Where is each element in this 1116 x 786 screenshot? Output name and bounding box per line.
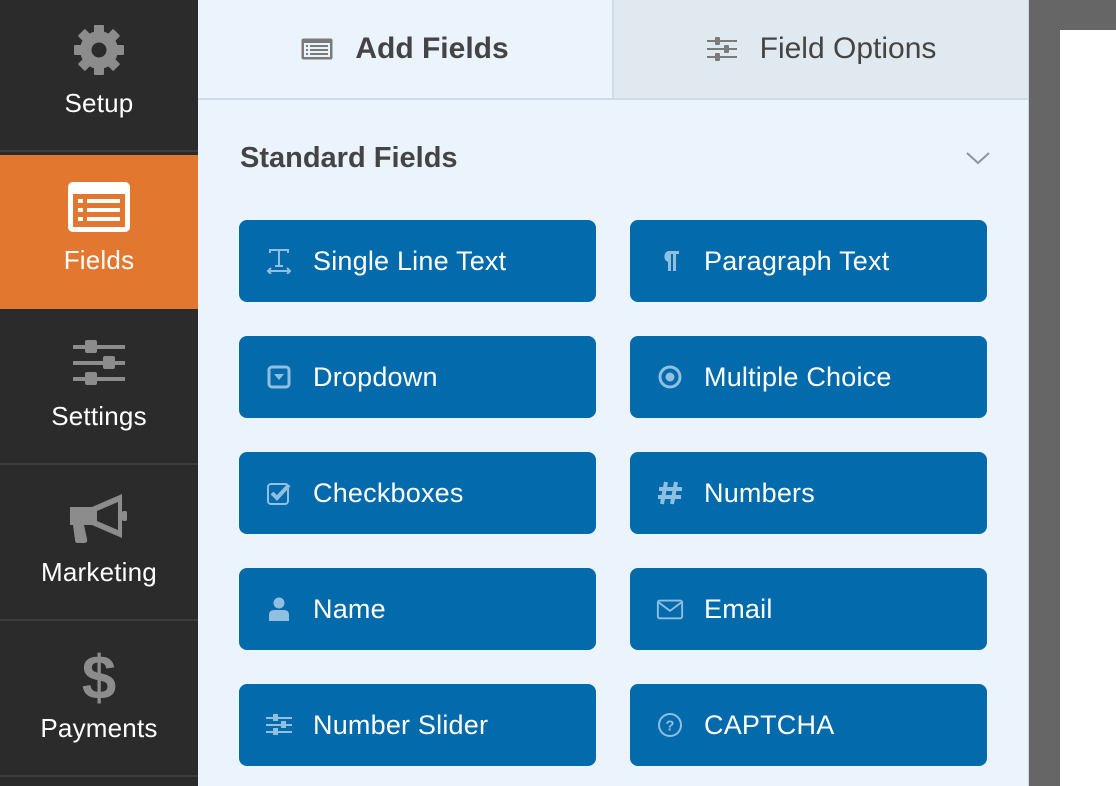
user-icon [265,595,293,623]
field-label: Checkboxes [313,477,464,508]
gear-icon [67,18,131,82]
sliders-icon [706,37,738,61]
sidebar-item-settings[interactable]: Settings [0,311,198,465]
envelope-icon [656,595,684,623]
standard-fields-header[interactable]: Standard Fields [240,128,992,188]
sidebar-item-fields[interactable]: Fields [0,155,198,309]
field-label: Email [704,593,773,624]
sidebar: Setup Fields Settings Marketing $ Paymen… [0,0,198,786]
svg-text:?: ? [665,718,674,735]
add-checkboxes-button[interactable]: Checkboxes [239,452,596,534]
hash-icon [656,479,684,507]
sidebar-item-label: Fields [63,245,135,275]
tab-label: Field Options [759,32,937,65]
tab-field-options[interactable]: Field Options [614,0,1028,98]
field-label: CAPTCHA [704,709,835,740]
dollar-icon: $ [67,643,131,707]
field-label: Numbers [704,477,815,508]
field-label: Dropdown [313,361,438,392]
add-name-button[interactable]: Name [239,568,596,650]
sidebar-item-label: Payments [40,713,158,743]
add-numbers-button[interactable]: Numbers [630,452,987,534]
field-label: Name [313,593,386,624]
add-paragraph-text-button[interactable]: Paragraph Text [630,220,987,302]
field-button-grid: Single Line Text Paragraph Text Dropdown… [239,220,987,766]
fields-list-icon [67,175,131,239]
sliders-icon [67,331,131,395]
field-label: Paragraph Text [704,245,890,276]
add-number-slider-button[interactable]: Number Slider [239,684,596,766]
sidebar-item-payments[interactable]: $ Payments [0,623,198,777]
text-icon [265,247,293,275]
paragraph-icon [656,247,684,275]
add-email-button[interactable]: Email [630,568,987,650]
megaphone-icon [67,487,131,551]
section-title: Standard Fields [240,141,458,174]
sidebar-item-label: Settings [51,401,147,431]
field-label: Multiple Choice [704,361,892,392]
tab-label: Add Fields [355,32,509,65]
sidebar-item-setup[interactable]: Setup [0,0,198,152]
add-single-line-text-button[interactable]: Single Line Text [239,220,596,302]
sidebar-item-label: Setup [64,88,134,118]
question-circle-icon: ? [656,711,684,739]
form-preview-canvas [1060,30,1116,786]
add-captcha-button[interactable]: ? CAPTCHA [630,684,987,766]
panel-tabs: Add Fields Field Options [198,0,1028,100]
radio-icon [656,363,684,391]
slider-icon [265,711,293,739]
tab-add-fields[interactable]: Add Fields [198,0,614,98]
chevron-down-icon[interactable] [964,144,992,172]
add-multiple-choice-button[interactable]: Multiple Choice [630,336,987,418]
add-dropdown-button[interactable]: Dropdown [239,336,596,418]
sidebar-item-label: Marketing [41,557,157,587]
dropdown-icon [265,363,293,391]
list-icon [301,38,333,60]
checkbox-icon [265,479,293,507]
fields-panel: Add Fields Field Options Standard Fields [198,0,1029,786]
svg-text:$: $ [82,644,116,707]
field-label: Single Line Text [313,245,507,276]
field-label: Number Slider [313,709,489,740]
sidebar-item-marketing[interactable]: Marketing [0,467,198,621]
